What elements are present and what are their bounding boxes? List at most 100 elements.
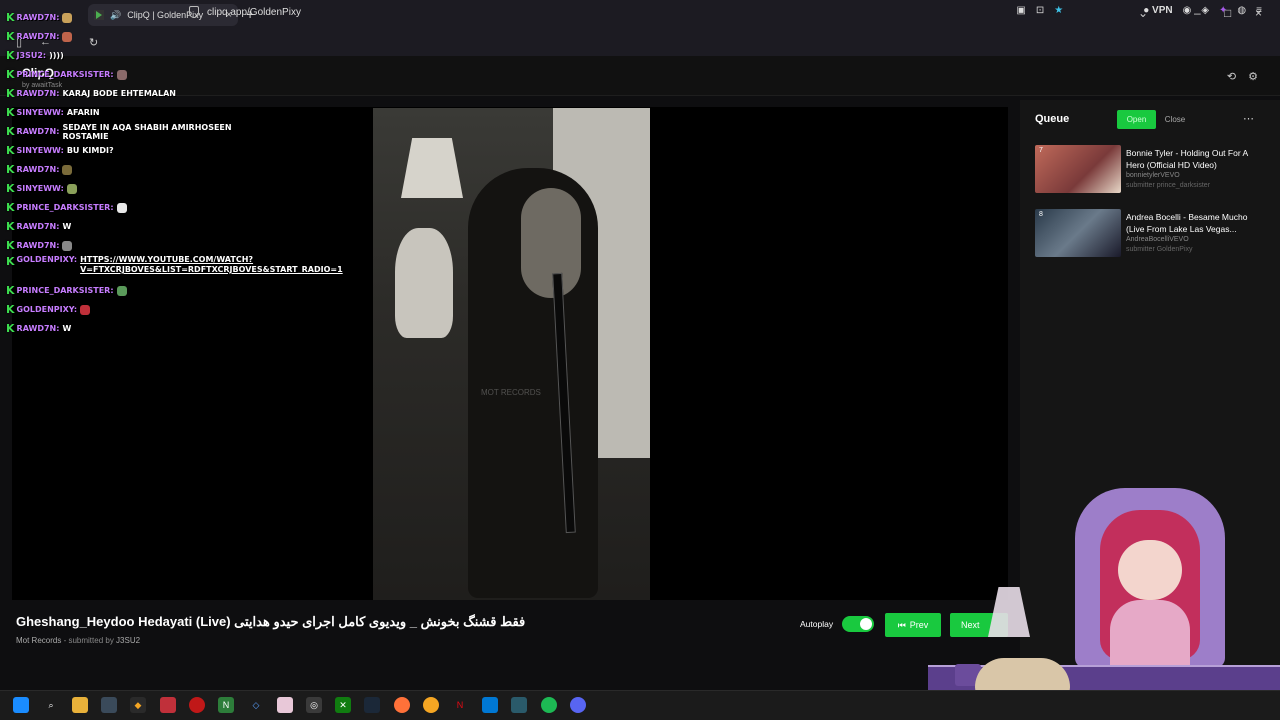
- settings-sliders-icon[interactable]: ⚙: [1248, 70, 1258, 83]
- chat-username[interactable]: PRINCE_DARKSISTER:: [17, 286, 114, 295]
- chat-message: K PRINCE_DARKSISTER:: [6, 65, 276, 84]
- extensions-icon[interactable]: ◈: [1201, 5, 1209, 16]
- app-icon[interactable]: [160, 697, 176, 713]
- kick-badge-icon: K: [6, 284, 15, 297]
- video-musician-face: [521, 188, 581, 298]
- queue-number: 7: [1039, 147, 1043, 154]
- bookmark-star-icon[interactable]: ★: [1054, 5, 1063, 16]
- now-playing-title: Gheshang_Heydoo Hedayati (Live) فقط قشنگ…: [16, 614, 526, 629]
- kick-badge-icon: K: [6, 49, 15, 62]
- chat-message: K GOLDENPIXY: HTTPS://WWW.YOUTUBE.COM/WATC…: [6, 255, 343, 281]
- chat-message: K RAWD7N: W: [6, 217, 276, 236]
- notepad-icon[interactable]: N: [218, 697, 234, 713]
- kick-badge-icon: K: [6, 163, 15, 176]
- chat-username[interactable]: RAWD7N:: [17, 222, 60, 231]
- app-icon[interactable]: [511, 697, 527, 713]
- queue-item-title: Andrea Bocelli - Besame Mucho (Live From…: [1126, 212, 1248, 234]
- chat-message: K RAWD7N:: [6, 160, 276, 179]
- queue-item[interactable]: 8 Andrea Bocelli - Besame Mucho (Live Fr…: [1035, 209, 1265, 261]
- windows-start-icon[interactable]: [13, 697, 29, 713]
- now-playing-submitter[interactable]: J3SU2: [116, 636, 140, 645]
- chat-username[interactable]: PRINCE_DARKSISTER:: [17, 203, 114, 212]
- chat-message: K RAWD7N: KARAJ BODE EHTEMALAN: [6, 84, 276, 103]
- picture-in-picture-icon[interactable]: ▣: [1016, 5, 1025, 16]
- chat-username[interactable]: RAWD7N:: [17, 241, 60, 250]
- emote-icon: [116, 69, 127, 80]
- emote-icon: [116, 202, 127, 213]
- more-options-icon[interactable]: ⋯: [1243, 112, 1254, 125]
- chat-username[interactable]: SINYEWW:: [17, 184, 64, 193]
- app-icon[interactable]: [423, 697, 439, 713]
- now-playing-meta: Mot Records - submitted by J3SU2: [16, 636, 140, 645]
- queue-thumbnail: [1035, 145, 1121, 193]
- queue-item-title: Bonnie Tyler - Holding Out For A Hero (O…: [1126, 148, 1248, 170]
- app-icon[interactable]: [277, 697, 293, 713]
- chat-username[interactable]: RAWD7N:: [17, 324, 60, 333]
- menu-icon[interactable]: ≡: [1256, 5, 1262, 16]
- file-explorer-icon[interactable]: [72, 697, 88, 713]
- chat-username[interactable]: GOLDENPIXY:: [17, 305, 78, 314]
- chat-text: SEDAYE IN AQA SHABIH AMIRHOSEEN ROSTAMIE: [62, 122, 232, 141]
- search-icon[interactable]: ⌕: [43, 697, 59, 713]
- kick-badge-icon: K: [6, 68, 15, 81]
- firefox-icon[interactable]: [394, 697, 410, 713]
- shield-browser-icon[interactable]: ◉: [1183, 5, 1192, 16]
- queue-item-submitter: submitter GoldenPixy: [1126, 246, 1193, 253]
- queue-number: 8: [1039, 211, 1043, 218]
- queue-item[interactable]: 7 Bonnie Tyler - Holding Out For A Hero …: [1035, 145, 1265, 197]
- profile-icon[interactable]: ◍: [1237, 5, 1246, 16]
- vtuber-face: [1118, 540, 1182, 600]
- chat-message: K RAWD7N: W: [6, 319, 276, 338]
- video-frame-image[interactable]: MOT RECORDS: [373, 108, 650, 600]
- queue-item-channel: bonnietylerVEVO: [1126, 172, 1180, 179]
- video-vase: [395, 228, 453, 338]
- chat-text: W: [62, 222, 72, 231]
- record-icon[interactable]: [189, 697, 205, 713]
- now-playing-channel[interactable]: Mot Records: [16, 636, 61, 645]
- chat-username[interactable]: GOLDENPIXY:: [17, 255, 78, 264]
- kick-badge-icon: K: [6, 11, 15, 24]
- chat-username[interactable]: SINYEWW:: [17, 146, 64, 155]
- browser-taskbar-icon[interactable]: ◎: [306, 697, 322, 713]
- queue-open-button[interactable]: Open: [1117, 110, 1156, 129]
- screenshot-icon[interactable]: ⊡: [1036, 5, 1044, 16]
- chat-text: W: [62, 324, 72, 333]
- chat-username[interactable]: RAWD7N:: [17, 127, 60, 136]
- emote-icon: [62, 164, 73, 175]
- chat-username[interactable]: RAWD7N:: [17, 89, 60, 98]
- chat-username[interactable]: PRINCE_DARKSISTER:: [17, 70, 114, 79]
- chat-text: BU KIMDI?: [66, 146, 114, 155]
- chat-text[interactable]: HTTPS://WWW.YOUTUBE.COM/WATCH?V=FTXCRJBO…: [80, 255, 343, 275]
- xbox-icon[interactable]: ✕: [335, 697, 351, 713]
- chat-username[interactable]: SINYEWW:: [17, 108, 64, 117]
- app-icon[interactable]: ◇: [248, 697, 264, 713]
- chat-username[interactable]: RAWD7N:: [17, 165, 60, 174]
- prev-label: Prev: [909, 620, 929, 630]
- vpn-toggle[interactable]: ● VPN: [1143, 5, 1172, 16]
- chat-username[interactable]: RAWD7N:: [17, 13, 60, 22]
- extension-purple-icon[interactable]: ✦: [1219, 5, 1227, 16]
- chat-message: K RAWD7N:: [6, 27, 276, 46]
- autoplay-toggle[interactable]: [842, 616, 874, 632]
- emote-icon: [66, 183, 77, 194]
- prev-button[interactable]: ⏮ Prev: [885, 613, 941, 637]
- kick-badge-icon: K: [6, 201, 15, 214]
- skip-back-icon: ⏮: [897, 619, 906, 630]
- app-icon[interactable]: ◆: [130, 697, 146, 713]
- discord-icon[interactable]: [570, 697, 586, 713]
- chat-text: AFARIN: [66, 108, 100, 117]
- chat-username[interactable]: RAWD7N:: [17, 32, 60, 41]
- chat-message: K PRINCE_DARKSISTER:: [6, 281, 276, 300]
- netflix-icon[interactable]: N: [452, 697, 468, 713]
- queue-close-button[interactable]: Close: [1158, 110, 1192, 129]
- kick-badge-icon: K: [6, 220, 15, 233]
- kick-badge-icon: K: [6, 87, 15, 100]
- kick-badge-icon: K: [6, 303, 15, 316]
- app-icon[interactable]: [101, 697, 117, 713]
- app-icon[interactable]: [482, 697, 498, 713]
- history-icon[interactable]: ⟲: [1227, 70, 1236, 83]
- emote-icon: [62, 240, 73, 251]
- chat-username[interactable]: J3SU2:: [17, 51, 47, 60]
- steam-icon[interactable]: [364, 697, 380, 713]
- spotify-icon[interactable]: [541, 697, 557, 713]
